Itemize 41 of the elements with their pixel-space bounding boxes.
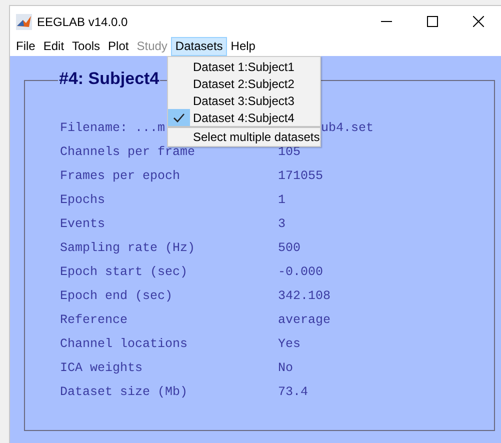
field-value: 105 [278, 144, 301, 161]
field-value: 3 [278, 216, 286, 233]
field-label: Frames per epoch [60, 168, 182, 185]
field-value: 500 [278, 240, 301, 257]
field-label: Channel locations [60, 336, 189, 353]
field-value: No [278, 360, 294, 377]
field-value: 1 [278, 192, 286, 209]
maximize-icon [426, 16, 438, 27]
menu-item[interactable]: Edit [39, 37, 68, 56]
app-logo-icon [16, 14, 32, 30]
field-label: Channels per frame [60, 144, 196, 161]
menu-item[interactable]: Plot [104, 37, 133, 56]
field-label: Sampling rate (Hz) [60, 240, 196, 257]
field-value: ub4.set [321, 120, 374, 137]
field-label: Epoch end (sec) [60, 288, 174, 305]
field-value: 342.108 [278, 288, 331, 305]
close-icon [472, 16, 484, 27]
dropdown-item[interactable]: Dataset 2:Subject2 [168, 75, 320, 92]
checkmark-icon [173, 112, 185, 122]
minimize-icon [380, 21, 392, 22]
field-value: 73.4 [278, 384, 308, 401]
field-label: Epochs [60, 192, 106, 209]
dropdown-item[interactable]: Select multiple datasets [168, 126, 320, 145]
field-value: -0.000 [278, 264, 324, 281]
dropdown-item[interactable]: Dataset 1:Subject1 [168, 58, 320, 75]
menu-item[interactable]: Datasets [171, 37, 227, 56]
field-label: Reference [60, 312, 129, 329]
menu-item[interactable]: Tools [68, 37, 104, 56]
window-title: EEGLAB v14.0.0 [37, 14, 128, 30]
field-label: Epoch start (sec) [60, 264, 189, 281]
field-label: Filename: ...m [60, 120, 166, 137]
field-label: ICA weights [60, 360, 144, 377]
dropdown-item[interactable]: Dataset 3:Subject3 [168, 92, 320, 109]
field-label: Events [60, 216, 106, 233]
field-value: 171055 [278, 168, 324, 185]
menu-item[interactable]: File [12, 37, 40, 56]
field-value: Yes [278, 336, 301, 353]
dropdown-item[interactable]: Dataset 4:Subject4 [168, 109, 320, 126]
menu-item[interactable]: Help [226, 37, 260, 56]
field-value: average [278, 312, 331, 329]
field-label: Dataset size (Mb) [60, 384, 189, 401]
